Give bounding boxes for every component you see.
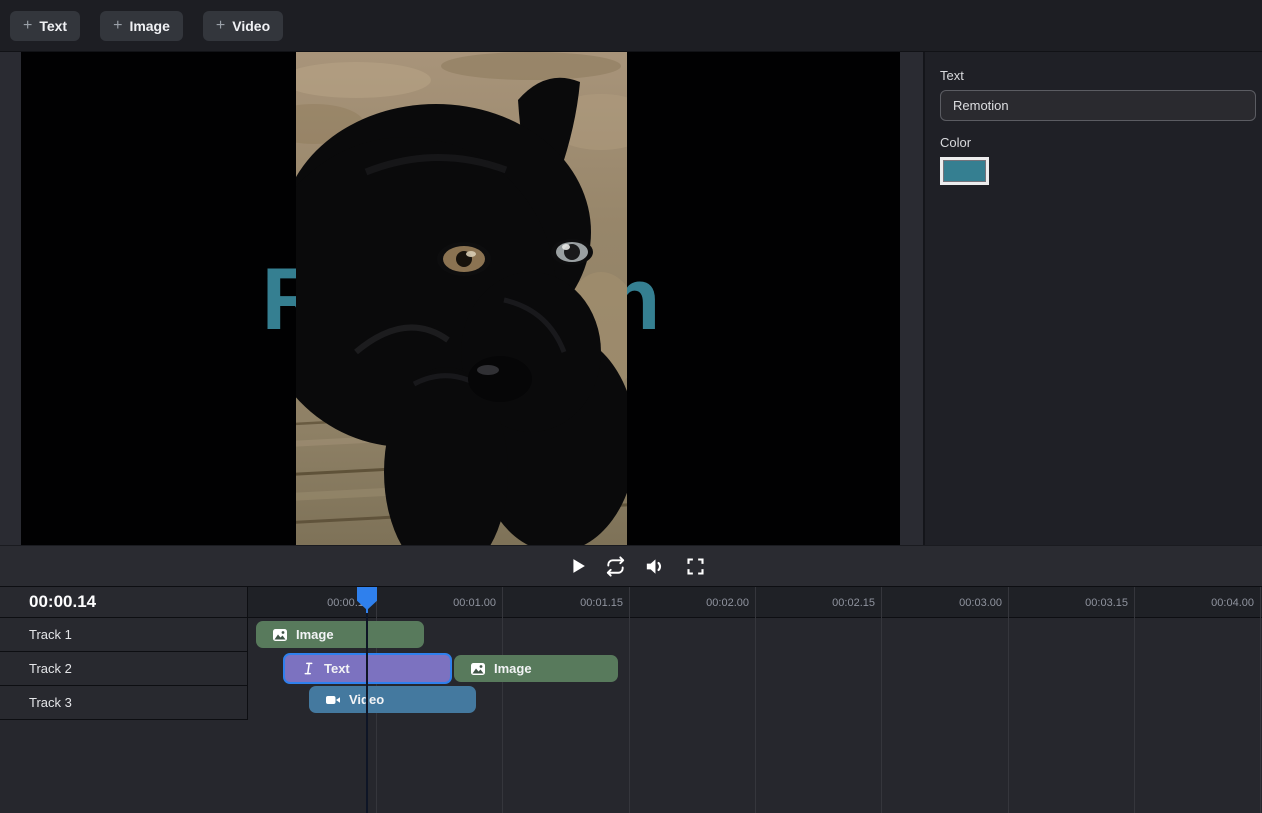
playhead-line [366,603,368,813]
video-icon [325,692,341,708]
clip-label: Text [324,661,350,676]
add-image-label: Image [129,18,169,34]
add-image-button[interactable]: + Image [100,11,183,41]
ruler-label: 00:02.15 [795,587,875,618]
clip-image[interactable]: Image [454,655,618,682]
clip-image[interactable]: Image [256,621,424,648]
ruler-label: 00:01.15 [543,587,623,618]
ruler-label: 00:03.00 [922,587,1002,618]
inspector-panel: Text Color [925,52,1262,545]
clip-label: Image [494,661,532,676]
preview-canvas: Remotion [21,52,900,545]
add-video-button[interactable]: + Video [203,11,283,41]
clip-video[interactable]: Video [309,686,476,713]
add-text-label: Text [39,18,67,34]
ruler-label: 00:02.00 [669,587,749,618]
text-icon [301,661,316,676]
puppy-photo [296,52,627,545]
fullscreen-button[interactable] [682,553,708,579]
ruler-label: 00:01.00 [416,587,496,618]
timecode-display: 00:00.14 [0,587,248,618]
volume-icon [643,555,666,578]
color-field-label: Color [940,135,1247,150]
track-label-3: Track 3 [0,686,248,720]
video-editor-app: + Text + Image + Video Remotion [0,0,1262,813]
color-swatch[interactable] [940,157,989,185]
player-controls [0,545,1262,586]
text-field-label: Text [940,68,1247,83]
plus-icon: + [113,18,122,34]
track-label-1: Track 1 [0,618,248,652]
play-icon [567,555,589,577]
plus-icon: + [216,18,225,34]
toolbar: + Text + Image + Video [0,0,1262,52]
grid-line [629,587,630,813]
image-icon [272,627,288,643]
add-text-button[interactable]: + Text [10,11,80,41]
track-labels: Track 1Track 2Track 3 [0,618,248,720]
timeline: 00:00.14 Track 1Track 2Track 3 00:00.150… [0,586,1262,813]
plus-icon: + [23,18,32,34]
ruler-label: 00:03.15 [1048,587,1128,618]
volume-button[interactable] [641,553,667,579]
grid-line [881,587,882,813]
loop-icon [604,555,627,578]
player-area: Remotion [0,52,923,545]
play-button[interactable] [565,553,591,579]
image-icon [470,661,486,677]
ruler-label: 00:04.00 [1174,587,1254,618]
clip-label: Image [296,627,334,642]
grid-line [1008,587,1009,813]
grid-line [502,587,503,813]
text-input[interactable] [940,90,1256,121]
grid-line [1134,587,1135,813]
add-video-label: Video [232,18,270,34]
loop-button[interactable] [602,553,628,579]
fullscreen-icon [685,556,706,577]
track-label-2: Track 2 [0,652,248,686]
grid-line [755,587,756,813]
grid-line [1260,587,1261,813]
